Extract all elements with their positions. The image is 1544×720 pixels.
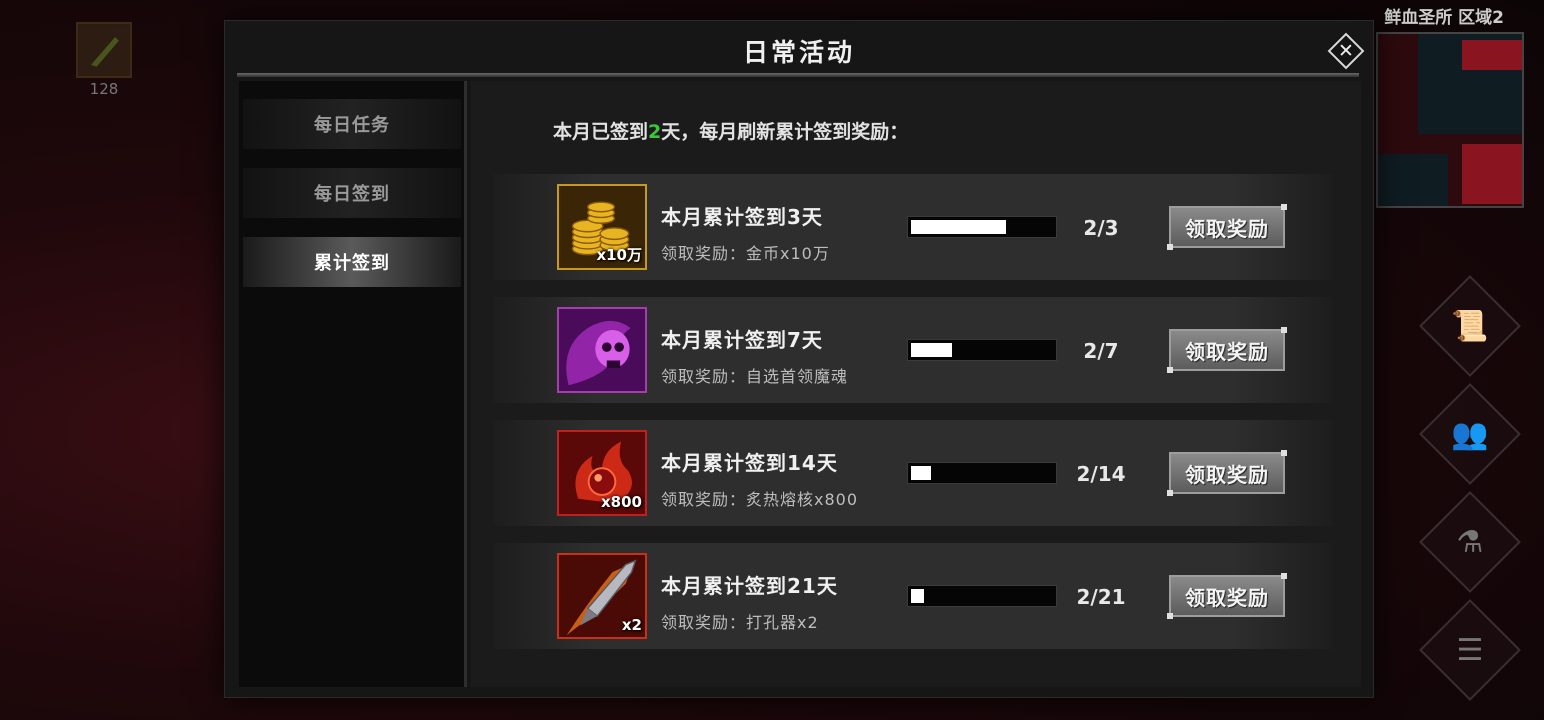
reward-quantity: x800 [601, 493, 642, 511]
progress-fill [911, 466, 932, 480]
reward-title: 本月累计签到14天 [661, 451, 838, 475]
progress-bar [907, 216, 1057, 238]
claim-reward-button[interactable]: 领取奖励 [1167, 450, 1287, 496]
feather-item-icon[interactable] [76, 22, 132, 78]
progress-text: 2/21 [1076, 585, 1126, 609]
reward-title: 本月累计签到21天 [661, 574, 838, 598]
modal-title: 日常活动 [742, 38, 855, 67]
reward-row: x10万 本月累计签到3天 领取奖励：金币x10万 2/3 领取奖励 [493, 174, 1333, 280]
reward-icon-box[interactable]: x2 [557, 553, 647, 639]
reward-row: 本月累计签到7天 领取奖励：自选首领魔魂 2/7 领取奖励 [493, 297, 1333, 403]
reward-description: 领取奖励：炙热熔核x800 [661, 490, 859, 509]
sidebar: 每日任务 每日签到 累计签到 [239, 81, 467, 687]
daily-activity-modal: 日常活动 ✕ 每日任务 每日签到 累计签到 本月已签到2天，每月刷新累计签到奖励… [224, 20, 1374, 698]
title-divider [237, 73, 1359, 77]
reward-title: 本月累计签到3天 [661, 205, 823, 229]
close-icon: ✕ [1338, 40, 1354, 62]
summary-suffix: 天，每月刷新累计签到奖励： [661, 121, 909, 143]
reward-description: 领取奖励：自选首领魔魂 [661, 367, 849, 386]
claim-reward-button[interactable]: 领取奖励 [1167, 204, 1287, 250]
reward-row: x2 本月累计签到21天 领取奖励：打孔器x2 2/21 领取奖励 [493, 543, 1333, 649]
progress-bar [907, 462, 1057, 484]
zone-label: 鲜血圣所 区域2 [1384, 8, 1504, 28]
progress-text: 2/14 [1076, 462, 1126, 486]
progress-text: 2/7 [1083, 339, 1119, 363]
tab-daily-checkin[interactable]: 每日签到 [243, 168, 461, 218]
progress-fill [911, 343, 952, 357]
reward-quantity: x2 [621, 616, 642, 634]
tab-daily-tasks[interactable]: 每日任务 [243, 99, 461, 149]
menu-icon[interactable]: ☰ [1446, 626, 1494, 674]
claim-reward-button[interactable]: 领取奖励 [1167, 573, 1287, 619]
item-count: 128 [89, 80, 119, 98]
reward-row: x800 本月累计签到14天 领取奖励：炙热熔核x800 2/14 领取奖励 [493, 420, 1333, 526]
close-button[interactable]: ✕ [1327, 32, 1365, 70]
minimap[interactable] [1376, 32, 1524, 208]
summary-prefix: 本月已签到 [553, 121, 649, 143]
reward-icon-box[interactable]: x800 [557, 430, 647, 516]
scroll-icon[interactable]: 📜 [1446, 302, 1494, 350]
tab-cumulative-checkin[interactable]: 累计签到 [243, 237, 461, 287]
reward-icon-box[interactable] [557, 307, 647, 393]
content-panel: 本月已签到2天，每月刷新累计签到奖励： x10万 本月累计签到3天 领取奖励：金… [471, 81, 1361, 687]
checkin-summary: 本月已签到2天，每月刷新累计签到奖励： [553, 117, 908, 144]
progress-fill [911, 220, 1006, 234]
reward-description: 领取奖励：金币x10万 [661, 244, 830, 263]
reward-description: 领取奖励：打孔器x2 [661, 613, 819, 632]
checkin-days: 2 [648, 121, 662, 143]
reward-quantity: x10万 [596, 246, 642, 264]
claim-reward-button[interactable]: 领取奖励 [1167, 327, 1287, 373]
people-icon[interactable]: 👥 [1446, 410, 1494, 458]
progress-bar [907, 585, 1057, 607]
potion-icon[interactable]: ⚗ [1446, 518, 1494, 566]
purple-skull-soul-icon [559, 309, 645, 391]
reward-title: 本月累计签到7天 [661, 328, 823, 352]
progress-fill [911, 589, 925, 603]
reward-icon-box[interactable]: x10万 [557, 184, 647, 270]
progress-text: 2/3 [1083, 216, 1119, 240]
progress-bar [907, 339, 1057, 361]
